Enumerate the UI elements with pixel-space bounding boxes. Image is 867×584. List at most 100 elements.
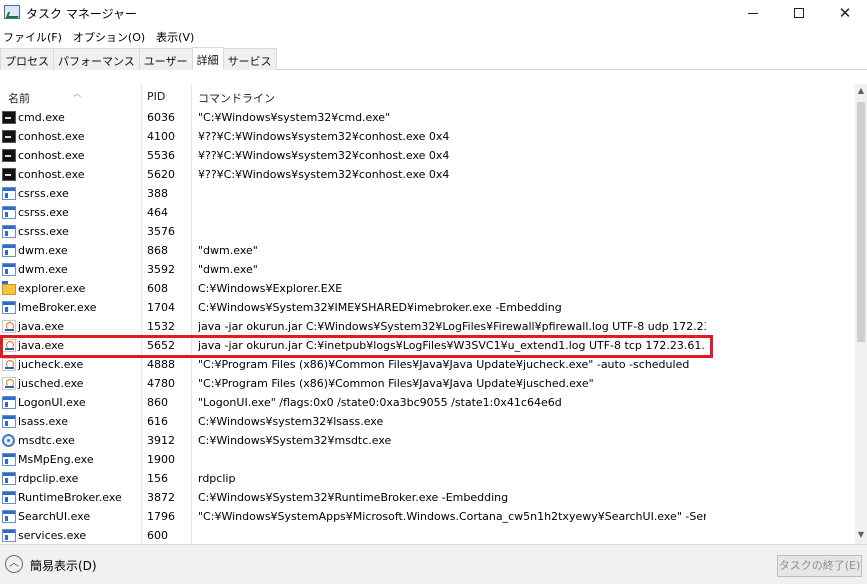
table-row[interactable]: MsMpEng.exe 1900 (0, 451, 855, 470)
cmd-icon (2, 149, 16, 162)
table-row[interactable]: cmd.exe 6036 "C:¥Windows¥system32¥cmd.exe" (0, 109, 855, 128)
table-row[interactable]: LogonUI.exe 860 "LogonUI.exe" /flags:0x0 /… (0, 394, 855, 413)
chevron-up-icon[interactable]: ︿ (5, 555, 23, 573)
close-icon: ✕ (838, 3, 852, 22)
table-row[interactable]: ImeBroker.exe 1704 C:¥Windows¥System32¥IME… (0, 299, 855, 318)
table-row[interactable]: explorer.exe 608 C:¥Windows¥Explorer.EXE (0, 280, 855, 299)
table-row[interactable]: RuntimeBroker.exe 3872 C:¥Windows¥System32… (0, 489, 855, 508)
tab-details[interactable]: 詳細 (191, 47, 224, 70)
folder-icon (2, 281, 16, 295)
menu-view[interactable]: 表示(V) (153, 26, 197, 46)
cmd-icon (2, 130, 16, 143)
column-header-row: 名前 ︿ PID コマンドライン (0, 84, 855, 110)
pid-cell: 156 (147, 472, 168, 485)
footer-bar: ︿ 簡易表示(D) タスクの終了(E) (0, 544, 867, 584)
window-icon (2, 396, 16, 409)
table-row[interactable]: services.exe 600 (0, 527, 855, 542)
tab-users[interactable]: ユーザー (138, 48, 193, 70)
tab-performance[interactable]: パフォーマンス (53, 48, 140, 70)
table-row[interactable]: jucheck.exe 4888 "C:¥Program Files (x86)¥C… (0, 356, 855, 375)
window-icon (2, 491, 16, 504)
process-name-cell: csrss.exe (18, 206, 69, 219)
command-line-cell: C:¥Windows¥System32¥IME¥SHARED¥imebroker… (198, 301, 562, 314)
window-icon (2, 472, 16, 485)
pid-cell: 4100 (147, 130, 175, 143)
column-header-command-line[interactable]: コマンドライン (198, 90, 275, 106)
process-name-cell: jusched.exe (18, 377, 84, 390)
command-line-cell: rdpclip (198, 472, 236, 485)
window-icon (2, 263, 16, 276)
process-name-cell: LogonUI.exe (18, 396, 86, 409)
window-icon (2, 453, 16, 466)
tab-processes[interactable]: プロセス (0, 48, 54, 70)
tab-bar: プロセス パフォーマンス ユーザー 詳細 サービス (0, 47, 867, 70)
pid-cell: 3576 (147, 225, 175, 238)
pid-cell: 1796 (147, 510, 175, 523)
command-line-cell: "dwm.exe" (198, 244, 258, 257)
menu-file[interactable]: ファイル(F) (0, 26, 65, 46)
process-name-cell: java.exe (18, 320, 65, 333)
pid-cell: 1532 (147, 320, 175, 333)
table-row[interactable]: csrss.exe 464 (0, 204, 855, 223)
sort-ascending-icon: ︿ (73, 89, 81, 98)
close-button[interactable]: ✕ (822, 0, 867, 26)
command-line-cell: ¥??¥C:¥Windows¥system32¥conhost.exe 0x4 (198, 168, 450, 181)
table-row[interactable]: csrss.exe 3576 (0, 223, 855, 242)
table-row[interactable]: msdtc.exe 3912 C:¥Windows¥System32¥msdtc.e… (0, 432, 855, 451)
minimize-icon (748, 12, 758, 14)
pid-cell: 4780 (147, 377, 175, 390)
process-name-cell: rdpclip.exe (18, 472, 79, 485)
pid-cell: 6036 (147, 111, 175, 124)
pid-cell: 860 (147, 396, 168, 409)
pid-cell: 1900 (147, 453, 175, 466)
end-task-button[interactable]: タスクの終了(E) (777, 555, 862, 577)
process-name-cell: csrss.exe (18, 225, 69, 238)
fewer-details-link[interactable]: 簡易表示(D) (30, 557, 97, 574)
table-row[interactable]: csrss.exe 388 (0, 185, 855, 204)
pid-cell: 1704 (147, 301, 175, 314)
pid-cell: 608 (147, 282, 168, 295)
tab-services[interactable]: サービス (222, 48, 277, 70)
scroll-thumb[interactable] (857, 102, 865, 342)
window-icon (2, 301, 16, 314)
table-row[interactable]: SearchUI.exe 1796 "C:¥Windows¥SystemApps¥M… (0, 508, 855, 527)
command-line-cell: "C:¥Windows¥system32¥cmd.exe" (198, 111, 391, 124)
table-row[interactable]: conhost.exe 5536 ¥??¥C:¥Windows¥system32¥c… (0, 147, 855, 166)
command-line-cell: ¥??¥C:¥Windows¥system32¥conhost.exe 0x4 (198, 130, 450, 143)
process-name-cell: conhost.exe (18, 130, 85, 143)
pid-cell: 868 (147, 244, 168, 257)
column-header-pid[interactable]: PID (147, 90, 165, 103)
vertical-scrollbar[interactable]: ▲ ▼ (855, 84, 867, 544)
maximize-icon (794, 8, 804, 18)
process-name-cell: dwm.exe (18, 263, 68, 276)
command-line-cell: "LogonUI.exe" /flags:0x0 /state0:0xa3bc9… (198, 396, 562, 409)
task-manager-app-icon (4, 5, 20, 19)
window-icon (2, 187, 16, 200)
menu-options[interactable]: オプション(O) (70, 26, 148, 46)
table-row[interactable]: lsass.exe 616 C:¥Windows¥system32¥lsass.ex… (0, 413, 855, 432)
table-row[interactable]: conhost.exe 5620 ¥??¥C:¥Windows¥system32¥c… (0, 166, 855, 185)
command-line-cell: "C:¥Windows¥SystemApps¥Microsoft.Windows… (198, 510, 706, 523)
scroll-up-icon[interactable]: ▲ (855, 86, 867, 98)
cmd-icon (2, 111, 16, 124)
window-icon (2, 529, 16, 542)
window-icon (2, 244, 16, 257)
process-name-cell: msdtc.exe (18, 434, 75, 447)
java-icon (2, 358, 16, 371)
command-line-cell: java -jar okurun.jar C:¥Windows¥System32… (198, 320, 706, 333)
scroll-down-icon[interactable]: ▼ (855, 530, 867, 542)
table-row[interactable]: dwm.exe 868 "dwm.exe" (0, 242, 855, 261)
table-row[interactable]: dwm.exe 3592 "dwm.exe" (0, 261, 855, 280)
command-line-cell: C:¥Windows¥System32¥RuntimeBroker.exe -E… (198, 491, 509, 504)
process-list: cmd.exe 6036 "C:¥Windows¥system32¥cmd.exe"… (0, 109, 855, 542)
maximize-button[interactable] (776, 0, 822, 26)
pid-cell: 4888 (147, 358, 175, 371)
minimize-button[interactable] (730, 0, 776, 26)
pid-cell: 3912 (147, 434, 175, 447)
table-row[interactable]: jusched.exe 4780 "C:¥Program Files (x86)¥C… (0, 375, 855, 394)
table-row[interactable]: conhost.exe 4100 ¥??¥C:¥Windows¥system32¥c… (0, 128, 855, 147)
command-line-cell: "C:¥Program Files (x86)¥Common Files¥Jav… (198, 358, 690, 371)
command-line-cell: C:¥Windows¥Explorer.EXE (198, 282, 343, 295)
table-row[interactable]: rdpclip.exe 156 rdpclip (0, 470, 855, 489)
column-header-name[interactable]: 名前 ︿ (8, 89, 81, 106)
